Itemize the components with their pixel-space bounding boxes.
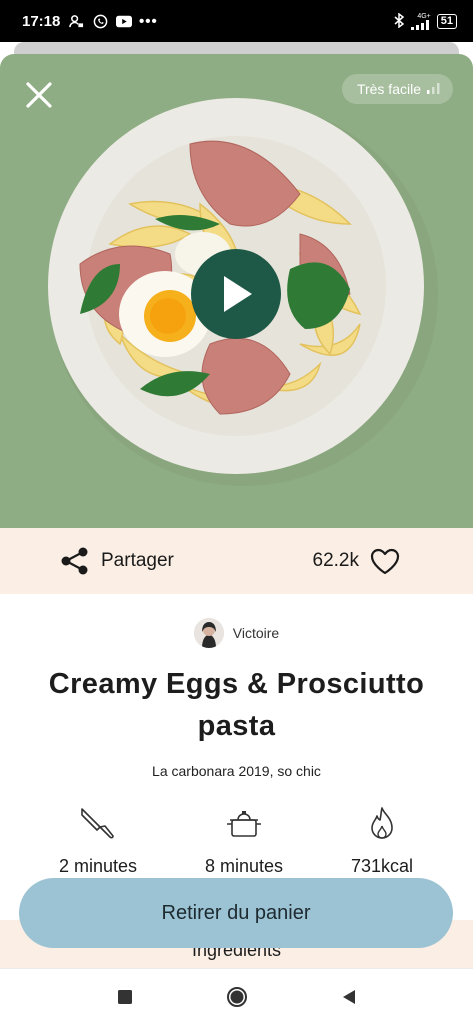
youtube-icon [116,13,133,29]
heart-icon[interactable] [369,547,401,575]
battery-indicator: 51 [436,13,457,29]
system-nav-bar [0,968,473,1024]
more-icon: ••• [139,12,158,30]
remove-from-cart-button[interactable]: Retirer du panier [19,878,453,948]
stat-prep-value: 2 minutes [58,856,138,876]
stat-cook: 8 minutes [179,804,309,877]
stat-calories: 731kcal [317,804,447,877]
share-like-row: Partager 62.2k [0,528,473,594]
avatar [193,618,224,648]
play-video-button[interactable] [191,249,281,339]
knife-icon [33,804,163,844]
share-label: Partager [101,550,174,571]
home-icon[interactable] [222,982,252,1012]
difficulty-label: Très facile [356,81,421,97]
difficulty-bars-icon [427,81,441,97]
pot-icon [179,804,309,844]
stat-prep: 2 minutes [33,804,163,877]
remove-from-cart-label: Retirer du panier [161,901,311,924]
status-time: 17:18 [22,12,61,30]
recipe-title: Creamy Eggs & Prosciutto pasta [48,668,425,742]
recipe-subtitle: La carbonara 2019, so chic [152,763,321,779]
stat-cook-value: 8 minutes [204,856,284,876]
author-row[interactable]: Victoire [0,618,473,648]
flame-icon [317,804,447,844]
author-name: Victoire [232,625,280,641]
signal-icon: 4G+ [410,12,431,30]
close-icon[interactable] [22,78,56,112]
lock-person-icon [68,13,84,29]
back-icon[interactable] [334,982,364,1012]
recent-apps-icon[interactable] [110,982,140,1012]
share-button[interactable]: Partager [60,546,174,576]
recipe-sheet: Très facile Partager 62.2k Victoire Crea… [0,42,473,1024]
whatsapp-icon [92,13,108,29]
network-type: 4G+ [417,12,431,20]
status-bar: 17:18 ••• 4G+ 51 [0,0,473,42]
stat-calories-value: 731kcal [350,856,414,876]
play-icon [224,276,252,312]
like-group: 62.2k [313,547,401,575]
recipe-hero-image: Très facile [0,54,473,528]
difficulty-badge: Très facile [341,74,453,104]
bluetooth-icon [394,12,405,30]
like-count: 62.2k [312,550,359,571]
share-icon [61,547,88,575]
